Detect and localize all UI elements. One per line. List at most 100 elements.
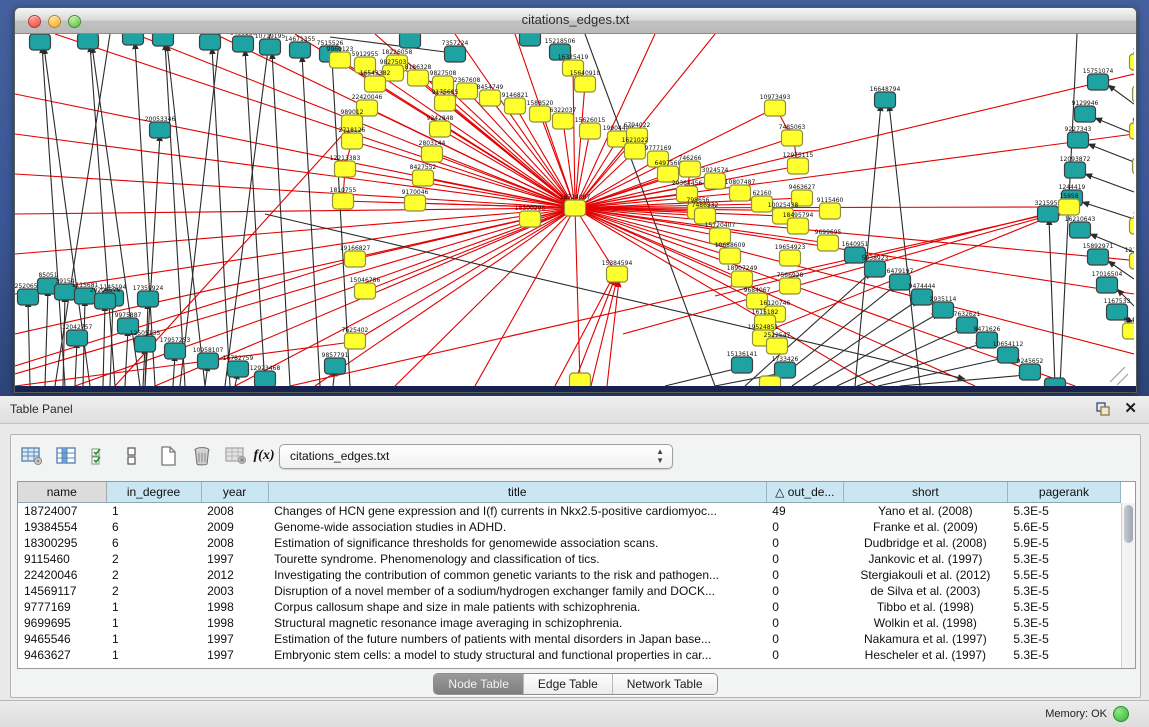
cell-pagerank[interactable]: 5.3E-5 (1007, 503, 1120, 520)
cell-short[interactable]: de Silva et al. (2003) (843, 583, 1007, 599)
network-node[interactable] (705, 173, 726, 189)
network-node[interactable] (1088, 74, 1109, 90)
network-node[interactable] (408, 70, 429, 86)
cell-year[interactable]: 2009 (201, 519, 268, 535)
cell-name[interactable]: 9463627 (18, 647, 106, 663)
network-node[interactable] (1133, 86, 1135, 102)
table-row[interactable]: 1830029562008Estimation of significance … (18, 535, 1121, 551)
network-node[interactable] (720, 248, 741, 264)
cell-in_degree[interactable]: 1 (106, 599, 201, 615)
cell-year[interactable]: 2008 (201, 503, 268, 520)
network-node[interactable] (767, 338, 788, 354)
network-node[interactable] (780, 278, 801, 294)
network-edge[interactable] (235, 208, 575, 386)
cell-short[interactable]: Dudbridge et al. (2008) (843, 535, 1007, 551)
network-node[interactable] (1059, 199, 1080, 215)
cell-in_degree[interactable]: 2 (106, 551, 201, 567)
table-row[interactable]: 977716911998Corpus callosum shape and si… (18, 599, 1121, 615)
cell-pagerank[interactable]: 5.5E-5 (1007, 567, 1120, 583)
network-node[interactable] (553, 113, 574, 129)
network-node[interactable] (123, 34, 144, 45)
network-edge[interactable] (623, 211, 1065, 334)
cell-pagerank[interactable]: 5.3E-5 (1007, 599, 1120, 615)
network-node[interactable] (255, 371, 276, 386)
cell-out_degree[interactable]: 0 (766, 567, 843, 583)
network-node[interactable] (1133, 158, 1135, 174)
network-edge[interactable] (180, 34, 220, 386)
table-row[interactable]: 946554611997Estimation of the future num… (18, 631, 1121, 647)
cell-short[interactable]: Yano et al. (2008) (843, 503, 1007, 520)
network-edge[interactable] (813, 313, 939, 386)
table-settings-icon[interactable] (19, 443, 45, 469)
cell-name[interactable]: 22420046 (18, 567, 106, 583)
cell-name[interactable]: 18300295 (18, 535, 106, 551)
network-node[interactable] (890, 274, 911, 290)
cell-in_degree[interactable]: 1 (106, 615, 201, 631)
cell-out_degree[interactable]: 0 (766, 647, 843, 663)
network-node[interactable] (780, 250, 801, 266)
scrollbar-thumb[interactable] (1124, 505, 1133, 543)
network-node[interactable] (138, 291, 159, 307)
cell-in_degree[interactable]: 2 (106, 583, 201, 599)
cell-name[interactable]: 9115460 (18, 551, 106, 567)
network-node[interactable] (233, 36, 254, 52)
network-node[interactable] (1130, 218, 1135, 234)
network-node[interactable] (325, 358, 346, 374)
cell-year[interactable]: 1997 (201, 631, 268, 647)
column-header-year[interactable]: year (201, 482, 268, 503)
table-scrollbar[interactable] (1121, 503, 1135, 668)
network-edge[interactable] (575, 208, 580, 381)
network-node[interactable] (1130, 253, 1135, 269)
function-builder-icon[interactable]: f(x) (251, 443, 277, 469)
cell-title[interactable]: Embryonic stem cells: a model to study s… (268, 647, 766, 663)
network-node[interactable] (788, 218, 809, 234)
cell-pagerank[interactable]: 5.3E-5 (1007, 615, 1120, 631)
cell-year[interactable]: 2003 (201, 583, 268, 599)
network-node[interactable] (153, 34, 174, 46)
network-node[interactable] (570, 373, 591, 386)
cell-year[interactable]: 1997 (201, 647, 268, 663)
network-edge[interactable] (575, 74, 1134, 208)
tab-edge-table[interactable]: Edge Table (524, 674, 613, 694)
cell-title[interactable]: Tourette syndrome. Phenomenology and cla… (268, 551, 766, 567)
table-row[interactable]: 1938455462009Genome-wide association stu… (18, 519, 1121, 535)
network-node[interactable] (457, 83, 478, 99)
tab-node-table[interactable]: Node Table (434, 674, 524, 694)
cell-short[interactable]: Stergiakouli et al. (2012) (843, 567, 1007, 583)
table-row[interactable]: 969969511998Structural magnetic resonanc… (18, 615, 1121, 631)
network-node[interactable] (18, 289, 39, 305)
network-node[interactable] (607, 266, 628, 282)
cell-out_degree[interactable]: 0 (766, 535, 843, 551)
network-node[interactable] (435, 95, 456, 111)
cell-out_degree[interactable]: 0 (766, 615, 843, 631)
network-edge[interactable] (15, 208, 575, 334)
column-header-name[interactable]: name (18, 482, 106, 503)
table-row[interactable]: 911546021997Tourette syndrome. Phenomeno… (18, 551, 1121, 567)
network-node[interactable] (730, 185, 751, 201)
network-node[interactable] (680, 161, 701, 177)
cell-pagerank[interactable]: 5.3E-5 (1007, 583, 1120, 599)
network-node[interactable] (1070, 222, 1091, 238)
cell-name[interactable]: 19384554 (18, 519, 106, 535)
trash-icon[interactable] (189, 443, 215, 469)
cell-pagerank[interactable]: 5.3E-5 (1007, 647, 1120, 663)
cell-out_degree[interactable]: 0 (766, 583, 843, 599)
network-node[interactable] (200, 34, 221, 50)
cell-name[interactable]: 9465546 (18, 631, 106, 647)
network-node[interactable] (760, 376, 781, 386)
show-column-icon[interactable] (53, 443, 79, 469)
table-row[interactable]: 2242004622012Investigating the contribut… (18, 567, 1121, 583)
network-node[interactable] (1130, 123, 1135, 139)
network-node[interactable] (505, 98, 526, 114)
cell-title[interactable]: Investigating the contribution of common… (268, 567, 766, 583)
cell-out_degree[interactable]: 49 (766, 503, 843, 520)
network-node[interactable] (135, 336, 156, 352)
cell-year[interactable]: 2012 (201, 567, 268, 583)
network-node[interactable] (30, 34, 51, 50)
network-edge[interactable] (42, 46, 65, 386)
network-node[interactable] (1068, 132, 1089, 148)
network-node[interactable] (445, 46, 466, 62)
cell-name[interactable]: 14569117 (18, 583, 106, 599)
network-edge[interactable] (837, 328, 963, 386)
network-node[interactable] (1038, 206, 1059, 222)
